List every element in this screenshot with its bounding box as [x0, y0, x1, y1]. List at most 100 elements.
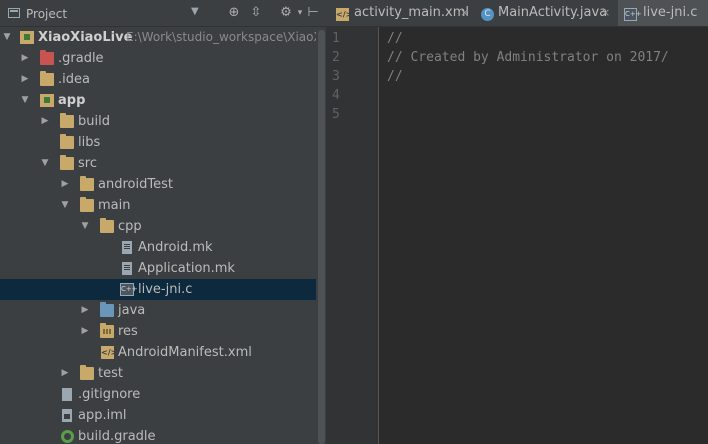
project-panel-header: Project ▼ ⊕ ⇳ ⚙ ▾ ⊢ — [0, 0, 326, 27]
tab-live-jni-c[interactable]: C++ live-jni.c — [618, 0, 708, 26]
tree-item-label: build — [78, 114, 110, 129]
tree-item-idea-folder[interactable]: ▶ .idea — [0, 69, 326, 90]
tree-item-label: app.iml — [78, 408, 127, 423]
chevron-down-icon[interactable]: ▼ — [80, 216, 90, 237]
tree-item-test[interactable]: ▶ test — [0, 363, 326, 384]
close-icon[interactable]: × — [460, 0, 469, 28]
xml-file-icon: </> — [101, 346, 118, 359]
chevron-down-icon[interactable]: ▼ — [20, 90, 30, 111]
code-line[interactable]: // Created by Administrator on 2017/ — [387, 48, 669, 67]
chevron-down-icon[interactable]: ▼ — [40, 153, 50, 174]
text-file-icon — [122, 262, 132, 275]
folder-icon — [60, 155, 74, 170]
chevron-right-icon[interactable]: ▶ — [80, 300, 90, 321]
tree-item-label: AndroidManifest.xml — [118, 345, 252, 360]
tree-item-live-jni-c[interactable]: C++ live-jni.c — [0, 279, 326, 300]
tree-item-label: live-jni.c — [138, 282, 193, 297]
chevron-down-icon[interactable]: ▼ — [2, 27, 12, 48]
tree-item-build[interactable]: ▶ build — [0, 111, 326, 132]
text-file-icon — [122, 241, 132, 254]
tree-item-label: java — [118, 303, 146, 318]
tree-item-label: main — [98, 198, 131, 213]
project-tree-scrollbar[interactable] — [318, 30, 325, 444]
tree-item-src[interactable]: ▼ src — [0, 153, 326, 174]
java-class-icon: C — [481, 8, 494, 21]
code-line[interactable]: // — [387, 67, 403, 86]
tree-item-label: test — [98, 366, 123, 381]
folder-icon — [60, 134, 74, 149]
line-number: 4 — [332, 88, 340, 103]
tree-item-label: androidTest — [98, 177, 173, 192]
chevron-right-icon[interactable]: ▶ — [20, 69, 30, 90]
gradle-file-icon — [61, 430, 74, 443]
chevron-right-icon[interactable]: ▶ — [80, 321, 90, 342]
tree-item-androidtest[interactable]: ▶ androidTest — [0, 174, 326, 195]
tree-item-android-mk[interactable]: Android.mk — [0, 237, 326, 258]
tree-item-xiaoxiaolive[interactable]: ▼ XiaoXiaoLive E:\Work\studio_workspace\… — [0, 27, 326, 48]
code-line[interactable]: // — [387, 29, 403, 48]
tree-item-label: app — [58, 93, 86, 108]
source-folder-icon — [100, 302, 114, 317]
project-view-selector[interactable]: Project — [26, 7, 67, 21]
scroll-from-source-icon[interactable]: ⊕ — [226, 5, 242, 21]
chevron-right-icon[interactable]: ▶ — [60, 363, 70, 384]
tree-item-label: .idea — [58, 72, 90, 87]
text-file-icon — [62, 388, 72, 401]
c-file-icon: C++ — [120, 283, 138, 296]
resource-folder-icon — [100, 323, 114, 338]
tree-item-label: Android.mk — [138, 240, 213, 255]
editor-area: </> activity_main.xml × C MainActivity.j… — [326, 0, 708, 444]
tab-mainactivity-java[interactable]: C MainActivity.java × — [476, 0, 616, 26]
tree-item-label: libs — [78, 135, 101, 150]
line-number: 5 — [332, 107, 340, 122]
chevron-down-icon[interactable]: ▼ — [191, 6, 199, 17]
tab-label: activity_main.xml — [354, 5, 470, 20]
tree-item-app-iml[interactable]: app.iml — [0, 405, 326, 426]
chevron-right-icon[interactable]: ▶ — [20, 48, 30, 69]
tab-label: MainActivity.java — [498, 5, 608, 20]
tree-item-gradle-folder[interactable]: ▶ .gradle — [0, 48, 326, 69]
tree-item-label: .gitignore — [78, 387, 141, 402]
tree-item-gitignore[interactable]: .gitignore — [0, 384, 326, 405]
folder-icon — [40, 71, 54, 86]
tree-item-label: src — [78, 156, 97, 171]
tree-item-label: XiaoXiaoLive — [38, 30, 133, 45]
tree-item-libs[interactable]: libs — [0, 132, 326, 153]
tree-item-cpp[interactable]: ▼ cpp — [0, 216, 326, 237]
folder-icon — [80, 365, 94, 380]
project-panel: Project ▼ ⊕ ⇳ ⚙ ▾ ⊢ ▼ XiaoXiaoLive E:\Wo… — [0, 0, 326, 444]
project-path: E:\Work\studio_workspace\XiaoXia — [126, 30, 326, 44]
tree-item-label: cpp — [118, 219, 142, 234]
chevron-down-icon[interactable]: ▼ — [60, 195, 70, 216]
iml-file-icon — [62, 409, 72, 422]
folder-icon — [100, 218, 114, 233]
line-number: 3 — [332, 69, 340, 84]
xml-file-icon: </> — [336, 8, 353, 21]
editor-tab-bar: </> activity_main.xml × C MainActivity.j… — [326, 0, 708, 27]
tree-item-label: res — [118, 324, 138, 339]
tree-item-application-mk[interactable]: Application.mk — [0, 258, 326, 279]
tree-item-label: build.gradle — [78, 429, 156, 444]
tree-item-label: Application.mk — [138, 261, 235, 276]
c-file-icon: C++ — [624, 8, 642, 21]
folder-icon — [40, 50, 54, 65]
tree-item-app[interactable]: ▼ app — [0, 90, 326, 111]
close-icon[interactable]: × — [601, 0, 610, 28]
tree-item-label: .gradle — [58, 51, 104, 66]
hide-panel-icon[interactable]: ⊢ — [305, 5, 321, 21]
folder-icon — [60, 113, 74, 128]
tree-item-main[interactable]: ▼ main — [0, 195, 326, 216]
folder-icon — [80, 176, 94, 191]
line-number: 1 — [332, 31, 340, 46]
tree-item-androidmanifest[interactable]: </> AndroidManifest.xml — [0, 342, 326, 363]
line-number: 2 — [332, 50, 340, 65]
tab-activity-main-xml[interactable]: </> activity_main.xml × — [332, 0, 474, 26]
tree-item-res[interactable]: ▶ res — [0, 321, 326, 342]
chevron-right-icon[interactable]: ▶ — [60, 174, 70, 195]
module-folder-icon — [40, 94, 54, 107]
collapse-all-icon[interactable]: ⇳ — [248, 5, 264, 21]
tree-item-java[interactable]: ▶ java — [0, 300, 326, 321]
tree-item-build-gradle[interactable]: build.gradle — [0, 426, 326, 444]
project-view-icon — [8, 8, 20, 18]
chevron-right-icon[interactable]: ▶ — [40, 111, 50, 132]
